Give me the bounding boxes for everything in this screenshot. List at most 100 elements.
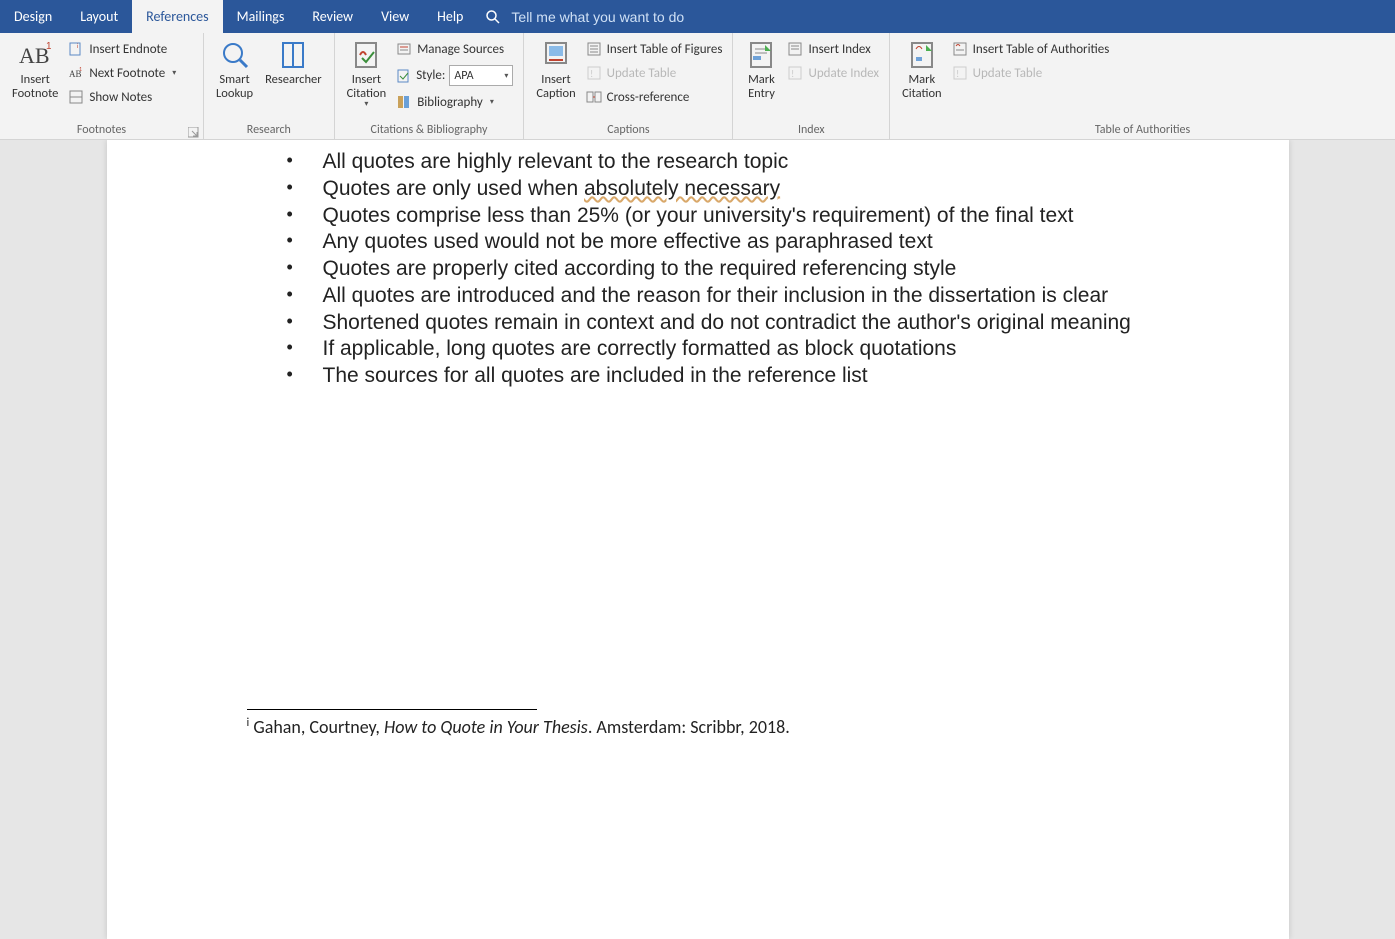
tab-references[interactable]: References [132,0,222,33]
insert-caption-label: InsertCaption [536,73,575,102]
tab-layout[interactable]: Layout [66,0,132,33]
grammar-squiggle: absolutely necessary [584,177,780,200]
group-toa-label: Table of Authorities [896,123,1389,139]
tab-mailings[interactable]: Mailings [223,0,299,33]
mark-entry-button[interactable]: MarkEntry [739,37,783,102]
insert-footnote-button[interactable]: AB 1 InsertFootnote [6,37,64,102]
group-toa: MarkCitation Insert Table of Authorities… [890,33,1395,139]
group-research: SmartLookup Researcher Research [204,33,335,139]
smart-lookup-icon [219,39,251,71]
update-index-icon: ! [787,65,803,81]
tab-view[interactable]: View [367,0,423,33]
insert-table-of-figures-button[interactable]: Insert Table of Figures [582,39,727,59]
update-index-button: ! Update Index [783,63,883,83]
endnote-icon: i [68,41,84,57]
chevron-down-icon: ▾ [490,97,494,107]
manage-sources-button[interactable]: Manage Sources [392,39,517,59]
next-footnote-button[interactable]: AB1 Next Footnote ▾ [64,63,180,83]
ribbon-references: AB 1 InsertFootnote i Insert Endnote AB1… [0,33,1395,140]
researcher-icon [277,39,309,71]
footnote-before: Gahan, Courtney, [249,716,384,738]
list-item[interactable]: Quotes are only used when absolutely nec… [287,177,1149,202]
tab-review[interactable]: Review [298,0,367,33]
insert-index-label: Insert Index [808,42,870,57]
next-footnote-label: Next Footnote [89,66,165,81]
update-table-captions-button: ! Update Table [582,63,727,83]
citation-style-row: Style: APA ▾ [392,63,517,88]
group-citations-label: Citations & Bibliography [341,123,518,139]
mark-citation-label: MarkCitation [902,73,942,102]
group-citations: InsertCitation ▾ Manage Sources Style: A… [335,33,525,139]
bibliography-label: Bibliography [417,95,483,110]
mark-citation-button[interactable]: MarkCitation [896,37,948,102]
insert-caption-icon [540,39,572,71]
insert-endnote-label: Insert Endnote [89,42,167,57]
update-index-label: Update Index [808,66,879,81]
smart-lookup-button[interactable]: SmartLookup [210,37,259,102]
list-item[interactable]: All quotes are introduced and the reason… [287,284,1149,309]
show-notes-icon [68,89,84,105]
svg-text:1: 1 [46,41,51,52]
svg-text:AB: AB [19,43,50,68]
list-item[interactable]: If applicable, long quotes are correctly… [287,337,1149,362]
footnote-separator [247,709,537,710]
list-item[interactable]: Any quotes used would not be more effect… [287,230,1149,255]
group-captions-label: Captions [530,123,726,139]
insert-tof-label: Insert Table of Figures [607,42,723,57]
group-footnotes-label: Footnotes [77,123,126,137]
mark-entry-icon [745,39,777,71]
show-notes-button[interactable]: Show Notes [64,87,180,107]
insert-caption-button[interactable]: InsertCaption [530,37,581,102]
tell-me-input[interactable] [509,8,749,26]
update-table-captions-label: Update Table [607,66,677,81]
dialog-launcher-icon[interactable] [188,127,199,138]
list-item[interactable]: The sources for all quotes are included … [287,364,1149,389]
svg-text:1: 1 [79,65,82,73]
tab-design[interactable]: Design [0,0,66,33]
citation-style-value: APA [454,69,473,83]
list-item[interactable]: Quotes are properly cited according to t… [287,257,1149,282]
group-footnotes: AB 1 InsertFootnote i Insert Endnote AB1… [0,33,204,139]
footnote-text[interactable]: i Gahan, Courtney, How to Quote in Your … [247,716,1149,738]
bibliography-button[interactable]: Bibliography ▾ [392,92,517,112]
tab-strip: Design Layout References Mailings Review… [0,0,1395,33]
tell-me-container [485,8,749,26]
insert-toa-label: Insert Table of Authorities [973,42,1110,57]
search-icon [485,9,501,25]
insert-index-button[interactable]: Insert Index [783,39,883,59]
insert-toa-button[interactable]: Insert Table of Authorities [948,39,1114,59]
chevron-down-icon: ▾ [172,68,176,78]
group-index-label: Index [739,123,883,139]
table-of-figures-icon [586,41,602,57]
researcher-button[interactable]: Researcher [259,37,328,87]
insert-citation-icon [350,39,382,71]
manage-sources-label: Manage Sources [417,42,504,57]
list-item[interactable]: Quotes comprise less than 25% (or your u… [287,204,1149,229]
insert-index-icon [787,41,803,57]
list-item[interactable]: All quotes are highly relevant to the re… [287,150,1149,175]
group-research-label: Research [210,123,328,139]
mark-entry-label: MarkEntry [748,73,775,102]
show-notes-label: Show Notes [89,90,152,105]
update-toa-button: ! Update Table [948,63,1114,83]
style-label: Style: [416,68,445,83]
group-captions: InsertCaption Insert Table of Figures ! … [524,33,733,139]
manage-sources-icon [396,41,412,57]
insert-endnote-button[interactable]: i Insert Endnote [64,39,180,59]
document-bullet-list: All quotes are highly relevant to the re… [287,150,1149,389]
footnote-italic: How to Quote in Your Thesis [384,716,588,738]
cross-reference-button[interactable]: Cross-reference [582,87,727,107]
svg-text:!: ! [956,67,959,80]
document-workspace[interactable]: All quotes are highly relevant to the re… [0,140,1395,939]
insert-footnote-label: InsertFootnote [12,73,58,102]
insert-citation-button[interactable]: InsertCitation ▾ [341,37,393,109]
bibliography-icon [396,94,412,110]
researcher-label: Researcher [265,73,322,87]
tab-help[interactable]: Help [423,0,477,33]
next-footnote-icon: AB1 [68,65,84,81]
document-page[interactable]: All quotes are highly relevant to the re… [107,140,1289,939]
insert-citation-label: InsertCitation [347,73,387,102]
list-item[interactable]: Shortened quotes remain in context and d… [287,311,1149,336]
footnote-icon: AB 1 [19,39,51,71]
citation-style-select[interactable]: APA ▾ [449,65,513,86]
